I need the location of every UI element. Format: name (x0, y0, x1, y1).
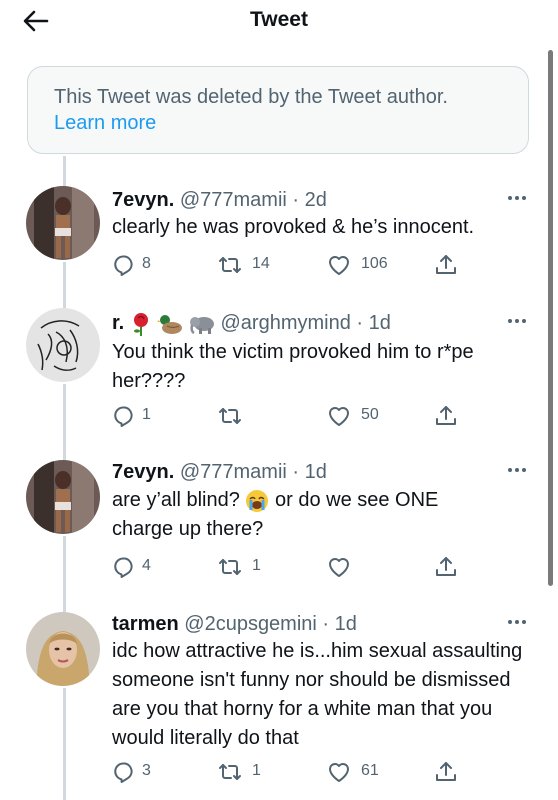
reply-button[interactable]: 1 (112, 404, 172, 428)
crying-face-emoji-icon (246, 489, 269, 512)
like-button[interactable]: 50 (327, 404, 407, 428)
tweet-text: are y’all blind? or do we see ONE charge… (112, 486, 502, 544)
avatar[interactable] (26, 612, 100, 686)
avatar[interactable] (26, 460, 100, 534)
reply-count: 8 (142, 255, 151, 272)
reply-icon (112, 555, 136, 579)
deleted-tweet-notice: This Tweet was deleted by the Tweet auth… (27, 66, 529, 154)
duck-emoji-icon (157, 314, 183, 334)
more-dots-icon[interactable] (506, 194, 528, 202)
timestamp[interactable]: · 1d (322, 613, 356, 635)
share-button[interactable] (434, 404, 458, 428)
thread-line (63, 384, 66, 460)
retweet-count: 14 (252, 255, 270, 272)
handle[interactable]: @2cupsgemini (184, 613, 317, 635)
learn-more-link[interactable]: Learn more (54, 110, 502, 136)
tweet-text: You think the victim provoked him to r*p… (112, 341, 474, 392)
reply-button[interactable]: 4 (112, 555, 172, 579)
share-icon (434, 555, 458, 579)
thread-line (63, 156, 66, 186)
tweet-header: tarmen @2cupsgemini · 1d (112, 612, 357, 636)
reply-count: 1 (142, 406, 151, 423)
reply-button[interactable]: 3 (112, 760, 172, 784)
retweet-count: 1 (252, 762, 261, 779)
like-count: 61 (361, 762, 379, 779)
heart-icon (327, 404, 351, 428)
page-title: Tweet (250, 8, 308, 31)
rose-emoji-icon (133, 312, 148, 336)
display-name[interactable]: 7evyn. (112, 461, 174, 483)
like-button[interactable]: 106 (327, 253, 407, 277)
avatar[interactable] (26, 308, 100, 382)
tweet-text: clearly he was provoked & he’s innocent. (112, 216, 475, 238)
display-name[interactable]: 7evyn. (112, 189, 174, 211)
retweet-icon (218, 760, 242, 784)
reply-button[interactable]: 8 (112, 253, 172, 277)
share-button[interactable] (434, 760, 458, 784)
retweet-icon (218, 555, 242, 579)
retweet-button[interactable]: 14 (218, 253, 288, 277)
retweet-button[interactable]: 1 (218, 760, 288, 784)
retweet-icon (218, 253, 242, 277)
like-count: 106 (361, 255, 388, 272)
like-button[interactable] (327, 555, 407, 579)
like-button[interactable]: 61 (327, 760, 407, 784)
retweet-button[interactable]: 1 (218, 555, 288, 579)
like-count: 50 (361, 406, 379, 423)
reply-count: 4 (142, 557, 151, 574)
tweet-header: 7evyn. @777mamii · 1d (112, 460, 327, 484)
display-name[interactable]: tarmen (112, 613, 179, 635)
deleted-notice-text: This Tweet was deleted by the Tweet auth… (54, 86, 448, 108)
share-button[interactable] (434, 555, 458, 579)
share-icon (434, 760, 458, 784)
handle[interactable]: @arghmymind (221, 312, 351, 334)
avatar[interactable] (26, 186, 100, 260)
timestamp[interactable]: · 1d (356, 312, 390, 334)
retweet-count: 1 (252, 557, 261, 574)
scrollbar[interactable] (548, 50, 553, 586)
heart-icon (327, 760, 351, 784)
tweet-header: 7evyn. @777mamii · 2d (112, 188, 327, 212)
thread-line (63, 262, 66, 308)
thread-line (63, 688, 66, 800)
handle[interactable]: @777mamii (180, 189, 287, 211)
reply-icon (112, 760, 136, 784)
timestamp[interactable]: · 1d (292, 461, 326, 483)
heart-icon (327, 555, 351, 579)
tweet-text: idc how attractive he is...him sexual as… (112, 640, 523, 749)
more-dots-icon[interactable] (506, 317, 528, 325)
retweet-button[interactable] (218, 404, 288, 428)
more-dots-icon[interactable] (506, 466, 528, 474)
tweet-header: r. @arghmymind · 1d (112, 311, 391, 336)
elephant-emoji-icon (189, 316, 214, 334)
retweet-icon (218, 404, 242, 428)
reply-icon (112, 404, 136, 428)
more-dots-icon[interactable] (506, 618, 528, 626)
timestamp[interactable]: · 2d (292, 189, 326, 211)
thread-line (63, 536, 66, 612)
handle[interactable]: @777mamii (180, 461, 287, 483)
display-name[interactable]: r. (112, 312, 124, 334)
reply-count: 3 (142, 762, 151, 779)
share-button[interactable] (434, 253, 458, 277)
reply-icon (112, 253, 136, 277)
top-bar: Tweet (0, 0, 558, 44)
share-icon (434, 253, 458, 277)
share-icon (434, 404, 458, 428)
heart-icon (327, 253, 351, 277)
tweet-text-part: are y’all blind? (112, 489, 240, 511)
